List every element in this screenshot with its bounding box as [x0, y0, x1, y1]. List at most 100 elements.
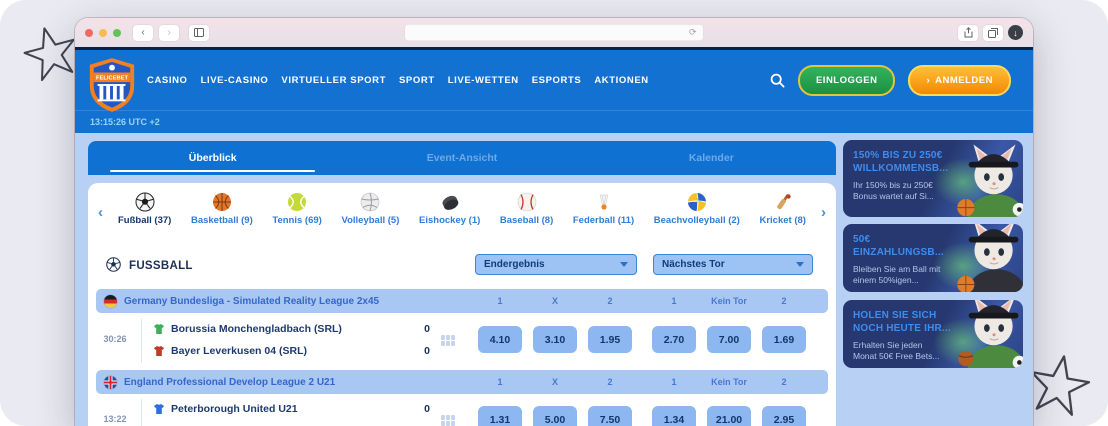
nav-virtueller-sport[interactable]: VIRTUELLER SPORT	[281, 75, 386, 86]
sidebar-toggle-icon[interactable]	[189, 24, 209, 41]
carousel-next-icon[interactable]: ›	[821, 205, 826, 220]
sport-label: Baseball (8)	[499, 215, 554, 226]
volleyball-icon	[360, 192, 380, 212]
tab-kalender[interactable]: Kalender	[587, 141, 836, 175]
minimize-window-button[interactable]	[99, 28, 107, 37]
sport-volleyball[interactable]: Volleyball (5)	[341, 192, 399, 226]
odds-button-1[interactable]: 4.10	[478, 326, 522, 353]
away-jersey-icon	[154, 346, 164, 356]
column-header-x: X	[551, 377, 558, 387]
nav-casino[interactable]: CASINO	[147, 75, 188, 86]
sport-kricket[interactable]: Kricket (8)	[759, 192, 806, 226]
away-team-name: Bayer Leverkusen 04 (SRL)	[171, 345, 307, 357]
chevron-down-icon	[796, 262, 804, 267]
odds-button-next-goal-2[interactable]: 2.95	[762, 406, 806, 426]
nav-live-casino[interactable]: LIVE-CASINO	[201, 75, 269, 86]
share-icon[interactable]	[958, 24, 978, 41]
register-button[interactable]: › ANMELDEN	[908, 64, 1011, 96]
league-header-germany[interactable]: Germany Bundesliga - Simulated Reality L…	[96, 289, 828, 313]
market-filter-endergebnis[interactable]: Endergebnis	[475, 254, 637, 275]
back-button[interactable]: ‹	[133, 24, 153, 41]
promo-banner-deposit-bonus[interactable]: 50€ EINZAHLUNGSB... Bleiben Sie am Ball m…	[843, 224, 1023, 292]
sport-label: Beachvolleyball (2)	[653, 215, 740, 226]
home-score: 0	[424, 323, 430, 335]
promo-banner-welcome-bonus[interactable]: 150% BIS ZU 250€ WILLKOMMENSB... Ihr 150%…	[843, 140, 1023, 217]
sport-baseball[interactable]: Baseball (8)	[500, 192, 553, 226]
league-name: Germany Bundesliga - Simulated Reality L…	[124, 295, 380, 307]
odds-button-kein-tor[interactable]: 7.00	[707, 326, 751, 353]
odds-button-next-goal-1[interactable]: 2.70	[652, 326, 696, 353]
address-bar[interactable]: ⟳	[404, 24, 704, 41]
market-filter-naechstes-tor[interactable]: Nächstes Tor	[653, 254, 813, 275]
main-nav: CASINO LIVE-CASINO VIRTUELLER SPORT SPOR…	[147, 75, 649, 86]
odds-button-next-goal-2[interactable]: 1.69	[762, 326, 806, 353]
match-time: 13:22	[103, 414, 127, 424]
felicebet-logo[interactable]: FELICEBET	[87, 56, 137, 114]
promo-banner-free-bets[interactable]: HOLEN SIE SICH NOCH HEUTE IHR... Erhalten…	[843, 300, 1023, 368]
column-header-2: 2	[607, 377, 613, 387]
promo-title: 150% BIS ZU 250€ WILLKOMMENSB...	[853, 150, 949, 174]
browser-window: ‹ › ⟳ ↓ FELICEBET CASINO LIVE-CASINO VIR…	[75, 18, 1033, 426]
login-button[interactable]: EINLOGGEN	[797, 64, 896, 96]
match-stats-icon[interactable]	[441, 415, 455, 426]
odds-button-kein-tor[interactable]: 21.00	[707, 406, 751, 426]
dropdown-value: Endergebnis	[484, 259, 545, 270]
league-header-england[interactable]: England Professional Develop League 2 U2…	[96, 370, 828, 394]
carousel-prev-icon[interactable]: ‹	[98, 205, 103, 220]
odds-button-x[interactable]: 3.10	[533, 326, 577, 353]
search-icon[interactable]	[770, 73, 785, 88]
match-row-gladbach-leverkusen: 30:26 Borussia Monchengladbach (SRL) Bay…	[96, 315, 828, 365]
england-flag-icon	[104, 375, 117, 389]
odds-button-x[interactable]: 5.00	[533, 406, 577, 426]
baseball-icon	[517, 192, 537, 212]
column-header-2b: 2	[781, 377, 787, 387]
sport-fussball[interactable]: Fußball (37)	[118, 192, 171, 226]
time-bar: 13:15:26 UTC +2	[75, 110, 1033, 133]
tab-event-ansicht[interactable]: Event-Ansicht	[337, 141, 586, 175]
column-header-2: 2	[607, 296, 613, 306]
sport-federball[interactable]: Federball (11)	[573, 192, 634, 226]
column-header-x: X	[551, 296, 558, 306]
section-title-label: FUSSBALL	[129, 260, 193, 272]
column-header-1b: 1	[671, 296, 677, 306]
nav-sport[interactable]: SPORT	[399, 75, 435, 86]
home-jersey-icon	[154, 404, 164, 414]
refresh-icon[interactable]: ⟳	[689, 27, 697, 38]
odds-button-1[interactable]: 1.31	[478, 406, 522, 426]
content-area: Überblick Event-Ansicht Kalender ‹ › Fuß…	[75, 133, 1033, 426]
sports-carousel: ‹ › Fußball (37) Basketball (9) Tennis (…	[88, 183, 836, 243]
forward-button[interactable]: ›	[159, 24, 179, 41]
close-window-button[interactable]	[85, 28, 93, 37]
beach-volleyball-icon	[687, 192, 707, 212]
column-header-2b: 2	[781, 296, 787, 306]
cricket-bat-icon	[773, 192, 793, 212]
sport-beachvolleyball[interactable]: Beachvolleyball (2)	[654, 192, 740, 226]
away-score: 0	[421, 420, 433, 426]
sport-tennis[interactable]: Tennis (69)	[272, 192, 322, 226]
match-teams[interactable]: Peterborough United U21 Wigan Athletic U…	[153, 398, 298, 426]
basketball-icon	[212, 192, 232, 212]
nav-esports[interactable]: ESPORTS	[532, 75, 582, 86]
home-score: 0	[424, 403, 430, 415]
tab-ueberblick[interactable]: Überblick	[88, 141, 337, 175]
sport-eishockey[interactable]: Eishockey (1)	[419, 192, 480, 226]
match-time: 30:26	[103, 334, 127, 344]
browser-chrome: ‹ › ⟳ ↓	[75, 18, 1033, 47]
promo-subtitle: Ihr 150% bis zu 250€ Bonus wartet auf Si.…	[853, 180, 934, 202]
zoom-window-button[interactable]	[113, 28, 121, 37]
promo-title: 50€ EINZAHLUNGSB...	[853, 234, 944, 258]
fussball-section-icon	[106, 257, 121, 275]
tabs-overview-icon[interactable]	[983, 24, 1003, 41]
nav-live-wetten[interactable]: LIVE-WETTEN	[448, 75, 519, 86]
downloads-icon[interactable]: ↓	[1008, 25, 1023, 40]
odds-button-2[interactable]: 1.95	[588, 326, 632, 353]
nav-aktionen[interactable]: AKTIONEN	[594, 75, 648, 86]
match-stats-icon[interactable]	[441, 335, 455, 346]
soccer-ball-icon	[135, 192, 155, 212]
odds-button-next-goal-1[interactable]: 1.34	[652, 406, 696, 426]
odds-button-2[interactable]: 7.50	[588, 406, 632, 426]
match-teams[interactable]: Borussia Monchengladbach (SRL) Bayer Lev…	[153, 318, 342, 362]
betting-panel: ‹ › Fußball (37) Basketball (9) Tennis (…	[88, 183, 836, 426]
league-name: England Professional Develop League 2 U2…	[124, 376, 336, 388]
sport-basketball[interactable]: Basketball (9)	[191, 192, 253, 226]
